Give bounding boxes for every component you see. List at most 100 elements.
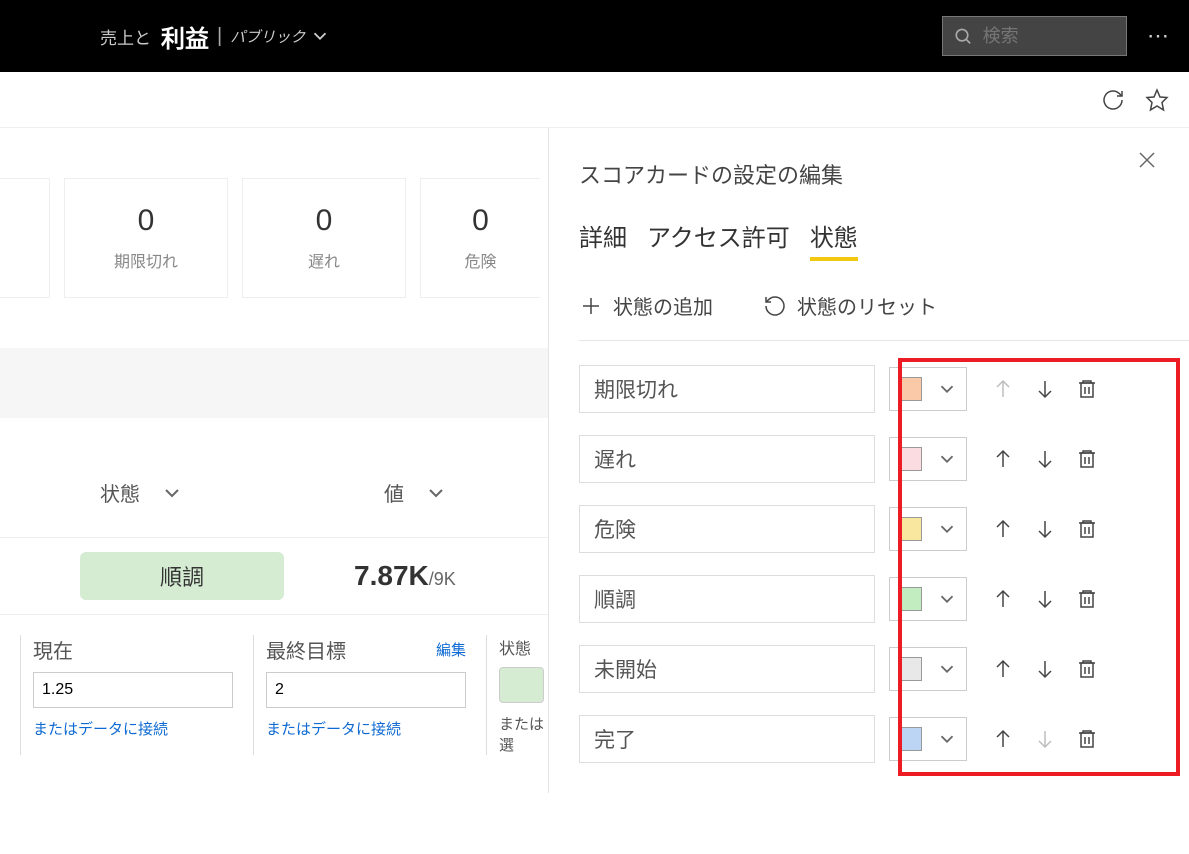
trash-icon[interactable]: [1075, 377, 1099, 401]
panel-title: スコアカードの設定の編集: [579, 158, 1189, 190]
status-label-input[interactable]: [579, 505, 875, 553]
chevron-down-icon: [936, 378, 958, 400]
arrow-up-icon[interactable]: [991, 517, 1015, 541]
chevron-down-icon: [160, 481, 184, 505]
reset-icon: [763, 294, 787, 318]
status-value: 7.87K/9K: [354, 560, 456, 592]
edit-link[interactable]: 編集: [436, 639, 466, 660]
color-swatch: [898, 377, 922, 401]
header-value[interactable]: 値: [384, 478, 448, 507]
breadcrumb-pre: 売上と: [100, 24, 151, 49]
column-headers: 状態 値: [0, 418, 548, 537]
color-swatch: [898, 447, 922, 471]
arrow-down-icon[interactable]: [1033, 657, 1057, 681]
chevron-down-icon: [936, 588, 958, 610]
status-item: [579, 715, 1169, 763]
card-late[interactable]: 0 遅れ: [242, 178, 406, 298]
color-picker[interactable]: [889, 647, 967, 691]
chevron-down-icon: [936, 448, 958, 470]
search-box[interactable]: [942, 16, 1127, 56]
arrow-up-icon[interactable]: [991, 657, 1015, 681]
trash-icon[interactable]: [1075, 447, 1099, 471]
status-list: [579, 365, 1189, 763]
card-risk[interactable]: 0 危険: [420, 178, 540, 298]
refresh-icon[interactable]: [1101, 88, 1125, 112]
search-icon: [953, 24, 973, 48]
top-bar: 売上と 利益 | パブリック ⋯: [0, 0, 1189, 72]
arrow-down-icon[interactable]: [1033, 377, 1057, 401]
breadcrumb-sep: |: [217, 25, 222, 48]
status-item: [579, 365, 1169, 413]
close-icon[interactable]: [1135, 148, 1159, 172]
arrow-down-icon[interactable]: [1033, 447, 1057, 471]
plus-icon: [579, 294, 603, 318]
arrow-up-icon[interactable]: [991, 587, 1015, 611]
color-picker[interactable]: [889, 577, 967, 621]
connect-link[interactable]: またはデータに接続: [33, 718, 233, 739]
status-pill[interactable]: 順調: [80, 552, 284, 600]
status-item: [579, 575, 1169, 623]
color-picker[interactable]: [889, 367, 967, 411]
state-pill[interactable]: [499, 667, 544, 703]
trash-icon[interactable]: [1075, 727, 1099, 751]
tab-details[interactable]: 詳細: [579, 218, 627, 261]
status-item: [579, 505, 1169, 553]
chevron-down-icon: [936, 518, 958, 540]
color-swatch: [898, 587, 922, 611]
arrow-up-icon: [991, 377, 1015, 401]
status-label-input[interactable]: [579, 575, 875, 623]
color-swatch: [898, 657, 922, 681]
goal-input[interactable]: [266, 672, 466, 708]
current-input[interactable]: [33, 672, 233, 708]
status-item: [579, 435, 1169, 483]
card-edge: [0, 178, 50, 298]
arrow-up-icon[interactable]: [991, 727, 1015, 751]
edit-current: 現在 またはデータに接続: [20, 635, 233, 755]
breadcrumb-main: 利益: [161, 19, 209, 54]
arrow-down-icon: [1033, 727, 1057, 751]
arrow-down-icon[interactable]: [1033, 517, 1057, 541]
status-item: [579, 645, 1169, 693]
chevron-down-icon: [424, 481, 448, 505]
status-label-input[interactable]: [579, 365, 875, 413]
star-icon[interactable]: [1145, 88, 1169, 112]
left-pane: 0 期限切れ 0 遅れ 0 危険 状態 値: [0, 128, 548, 793]
chevron-down-icon: [309, 25, 331, 47]
header-state[interactable]: 状態: [100, 478, 184, 507]
chevron-down-icon: [936, 728, 958, 750]
sub-bar: [0, 72, 1189, 128]
tab-status[interactable]: 状態: [810, 218, 858, 261]
chevron-down-icon: [936, 658, 958, 680]
status-label-input[interactable]: [579, 715, 875, 763]
status-label-input[interactable]: [579, 435, 875, 483]
status-label-input[interactable]: [579, 645, 875, 693]
reset-status-button[interactable]: 状態のリセット: [763, 291, 937, 320]
arrow-up-icon[interactable]: [991, 447, 1015, 471]
tabs: 詳細 アクセス許可 状態: [579, 218, 1189, 261]
color-swatch: [898, 517, 922, 541]
grey-block: [0, 348, 548, 418]
cards-row: 0 期限切れ 0 遅れ 0 危険: [0, 178, 548, 298]
trash-icon[interactable]: [1075, 517, 1099, 541]
connect-link[interactable]: またはデータに接続: [266, 718, 466, 739]
edit-goal: 最終目標 編集 またはデータに接続: [253, 635, 466, 755]
divider: [579, 340, 1189, 341]
color-picker[interactable]: [889, 437, 967, 481]
panel-actions: 状態の追加 状態のリセット: [579, 291, 1189, 320]
edit-section: 現在 またはデータに接続 最終目標 編集 またはデータに接続 状態 または選: [0, 635, 548, 755]
settings-panel: スコアカードの設定の編集 詳細 アクセス許可 状態 状態の追加 状態のリセット: [548, 128, 1189, 793]
visibility-dropdown[interactable]: パブリック: [230, 25, 331, 47]
trash-icon[interactable]: [1075, 587, 1099, 611]
color-picker[interactable]: [889, 507, 967, 551]
edit-state: 状態 または選: [486, 635, 548, 755]
tab-permissions[interactable]: アクセス許可: [647, 218, 790, 261]
more-icon[interactable]: ⋯: [1147, 23, 1169, 49]
color-swatch: [898, 727, 922, 751]
status-row: 順調 7.87K/9K: [0, 537, 548, 615]
search-input[interactable]: [983, 26, 1116, 47]
trash-icon[interactable]: [1075, 657, 1099, 681]
color-picker[interactable]: [889, 717, 967, 761]
add-status-button[interactable]: 状態の追加: [579, 291, 713, 320]
arrow-down-icon[interactable]: [1033, 587, 1057, 611]
card-expired[interactable]: 0 期限切れ: [64, 178, 228, 298]
